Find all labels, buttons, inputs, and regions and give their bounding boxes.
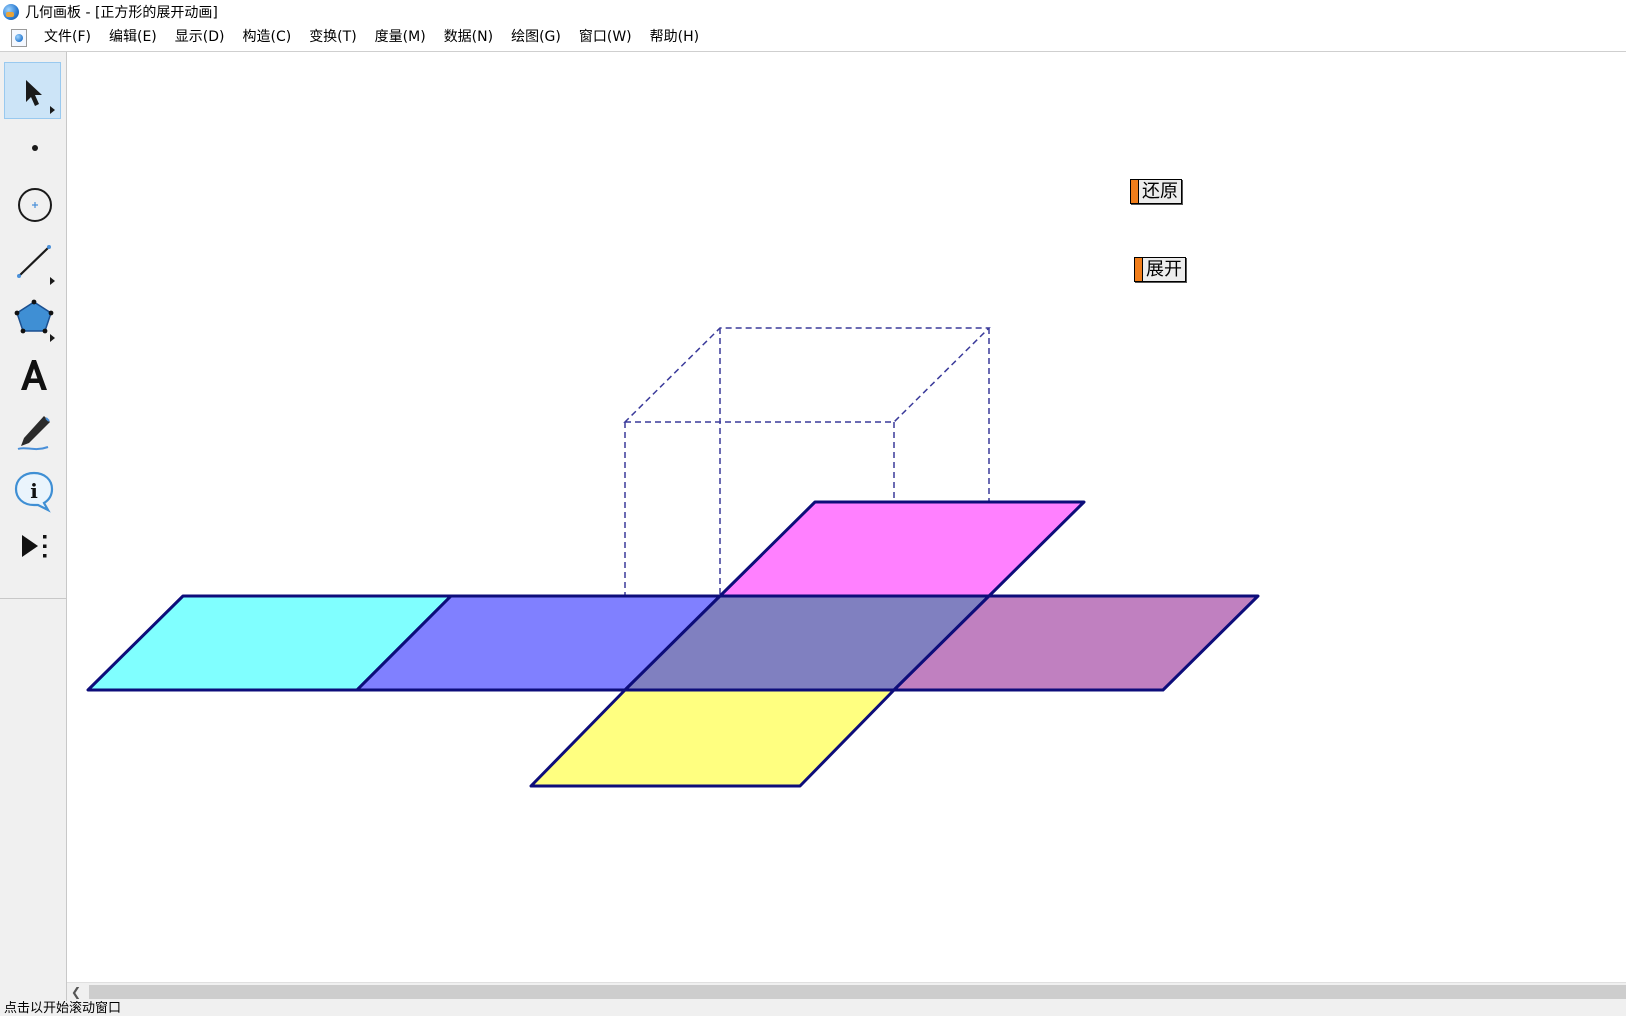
cube-top-face-outline [623,327,991,423]
toolbox-divider [0,598,66,599]
net-face-top[interactable] [718,500,1086,598]
menu-window[interactable]: 窗口(W) [570,24,641,51]
menu-file[interactable]: 文件(F) [35,24,100,51]
unfold-button[interactable]: 展开 [1134,257,1186,282]
sketch-canvas[interactable]: 还原 展开 [67,52,1626,982]
arrow-tool-icon [25,79,55,114]
document-icon[interactable] [11,28,27,47]
custom-tool[interactable] [4,518,61,575]
custom-tool-icon [21,534,46,557]
title-bar: 几何画板 - [正方形的展开动画] [0,0,1626,23]
scrollbar-thumb[interactable] [89,985,1626,999]
menu-construct[interactable]: 构造(C) [233,24,300,51]
straightedge-tool[interactable] [4,233,61,290]
svg-text:i: i [30,479,38,503]
status-bar: 点击以开始滚动窗口 [0,1001,1626,1016]
menu-display[interactable]: 显示(D) [166,24,234,51]
arrow-tool[interactable] [4,62,61,119]
menu-measure[interactable]: 度量(M) [366,24,435,51]
window-title: 几何画板 - [正方形的展开动画] [25,4,218,21]
restore-button-label: 还原 [1142,181,1178,202]
point-tool-icon [31,144,38,151]
net-face-bottom[interactable] [529,688,896,788]
menu-edit[interactable]: 编辑(E) [100,24,166,51]
menu-data[interactable]: 数据(N) [435,24,502,51]
menu-help[interactable]: 帮助(H) [641,24,708,51]
information-tool-icon: i [14,471,53,513]
scroll-left-arrow-icon[interactable]: ❮ [67,983,85,1001]
text-tool[interactable] [4,347,61,404]
polygon-tool-icon [14,299,55,342]
button-accent-bar [1131,180,1139,203]
cube-net-drawing[interactable] [67,52,1626,982]
text-tool-icon [20,359,47,390]
information-tool[interactable]: i [4,461,61,518]
compass-tool[interactable] [4,176,61,233]
restore-button[interactable]: 还原 [1130,179,1182,204]
menu-bar: 文件(F) 编辑(E) 显示(D) 构造(C) 变换(T) 度量(M) 数据(N… [0,24,1626,52]
compass-tool-icon [17,187,52,222]
point-tool[interactable] [4,119,61,176]
sketchpad-app-icon [3,3,19,20]
horizontal-scrollbar[interactable]: ❮ [67,982,1626,1001]
straightedge-tool-icon [16,244,55,285]
marker-tool-icon [17,415,50,450]
menu-graph[interactable]: 绘图(G) [502,24,570,51]
button-accent-bar [1135,258,1143,281]
marker-tool[interactable] [4,404,61,461]
menu-transform[interactable]: 变换(T) [300,24,365,51]
toolbox: i [0,52,67,1007]
status-text: 点击以开始滚动窗口 [4,1001,122,1016]
polygon-tool[interactable] [4,290,61,347]
unfold-button-label: 展开 [1146,259,1182,280]
